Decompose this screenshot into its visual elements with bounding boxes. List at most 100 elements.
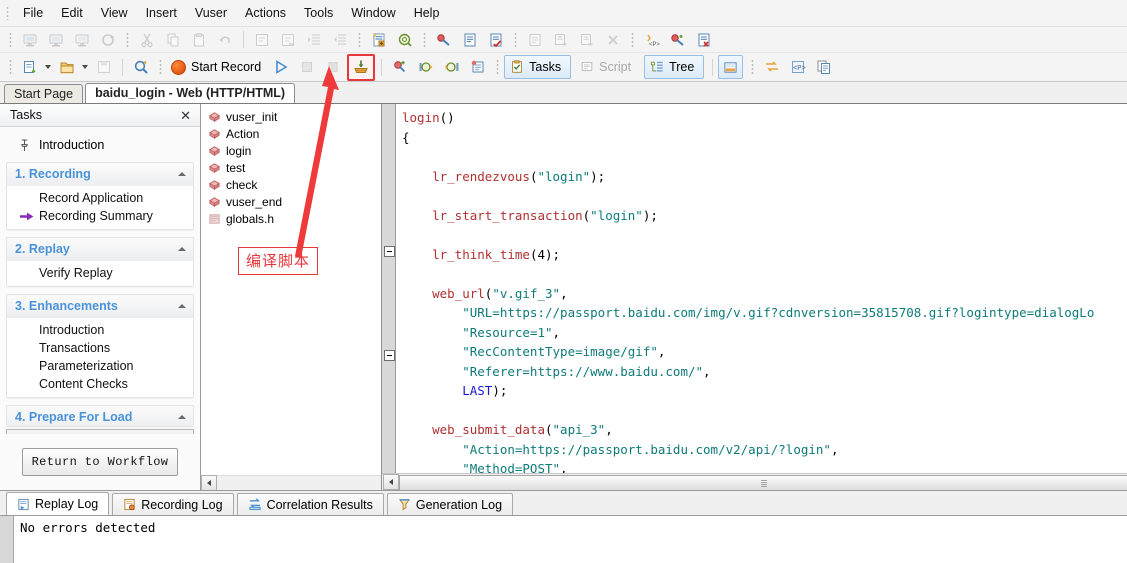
sidebar-item-recording-summary[interactable]: Recording Summary xyxy=(7,207,193,225)
convert-icon[interactable] xyxy=(760,56,784,79)
stop-icon[interactable] xyxy=(295,56,319,79)
sidebar-item-verify-replay[interactable]: Verify Replay xyxy=(7,264,193,282)
menu-file[interactable]: File xyxy=(14,3,52,23)
tab-script[interactable]: Script xyxy=(574,55,641,79)
scroll-left-icon[interactable] xyxy=(201,475,217,491)
delete-snapshot-icon[interactable] xyxy=(601,28,625,51)
indent-icon[interactable] xyxy=(302,28,326,51)
start-transaction-icon[interactable] xyxy=(414,56,438,79)
edit-param-icon[interactable] xyxy=(458,28,482,51)
refresh-icon[interactable] xyxy=(96,28,120,51)
log-tab-generation-log[interactable]: Generation Log xyxy=(386,493,514,515)
parameter-list-icon[interactable]: <P> xyxy=(640,28,664,51)
undo-icon[interactable] xyxy=(213,28,237,51)
save-vuser-icon[interactable] xyxy=(70,28,94,51)
add-transaction-icon[interactable] xyxy=(388,56,412,79)
cut-icon[interactable] xyxy=(135,28,159,51)
chevron-up-icon[interactable] xyxy=(178,415,186,419)
editor-scroll-track[interactable] xyxy=(399,475,1127,491)
sidebar-item-parameterization[interactable]: Parameterization xyxy=(7,357,193,375)
tree-node-vuser-init[interactable]: vuser_init xyxy=(206,108,381,125)
start-record-label: Start Record xyxy=(191,60,262,74)
tree-node-test[interactable]: test xyxy=(206,159,381,176)
script-editor-viewport: login() { lr_rendezvous("login"); lr_star… xyxy=(382,104,1127,473)
log-tab-replay-log[interactable]: Replay Log xyxy=(6,492,110,515)
chevron-up-icon[interactable] xyxy=(178,247,186,251)
fold-marker-web-submit-data[interactable] xyxy=(384,350,395,361)
sidebar-item-introduction[interactable]: Introduction xyxy=(7,321,193,339)
menu-window[interactable]: Window xyxy=(342,3,404,23)
open-script-icon[interactable] xyxy=(55,56,79,79)
tasks-group-enhancements-header[interactable]: 3. Enhancements xyxy=(7,295,193,318)
zoom-step-icon[interactable] xyxy=(393,28,417,51)
check-script-icon[interactable] xyxy=(484,28,508,51)
tab-tasks[interactable]: Tasks xyxy=(504,55,572,79)
tasks-group-recording-header[interactable]: 1. Recording xyxy=(7,163,193,186)
sidebar-item-transactions[interactable]: Transactions xyxy=(7,339,193,357)
sidebar-item-record-application[interactable]: Record Application xyxy=(7,189,193,207)
log-tab-correlation-results[interactable]: Correlation Results xyxy=(236,493,384,515)
snapshot-icon[interactable] xyxy=(523,28,547,51)
replace-icon[interactable] xyxy=(276,28,300,51)
menu-view[interactable]: View xyxy=(92,3,137,23)
menu-help[interactable]: Help xyxy=(405,3,449,23)
end-transaction-icon[interactable] xyxy=(440,56,464,79)
outdent-icon[interactable] xyxy=(328,28,352,51)
tree-node-vuser-end[interactable]: vuser_end xyxy=(206,193,381,210)
open-vuser-icon[interactable] xyxy=(44,28,68,51)
find-icon[interactable] xyxy=(250,28,274,51)
replay-icon[interactable] xyxy=(269,56,293,79)
new-snapshot-icon[interactable] xyxy=(575,28,599,51)
doc-tab-start-page[interactable]: Start Page xyxy=(4,84,84,103)
run-step-icon[interactable] xyxy=(432,28,456,51)
search-icon[interactable] xyxy=(129,56,153,79)
menu-vuser[interactable]: Vuser xyxy=(186,3,236,23)
chevron-up-icon[interactable] xyxy=(178,172,186,176)
copy-icon[interactable] xyxy=(161,28,185,51)
editor-scroll-thumb[interactable] xyxy=(399,475,1127,491)
script-code[interactable]: login() { lr_rendezvous("login"); lr_star… xyxy=(396,104,1127,473)
tasks-introduction-item[interactable]: Introduction xyxy=(6,131,194,162)
tree-node-globals-h[interactable]: globals.h xyxy=(206,210,381,227)
parameter-icon[interactable]: <P> xyxy=(786,56,810,79)
tab-tree[interactable]: Tree xyxy=(644,55,705,79)
snapshot-pane-button[interactable] xyxy=(718,55,744,79)
editor-horizontal-scrollbar[interactable] xyxy=(382,473,1127,491)
doc-tab-baidu-login[interactable]: baidu_login - Web (HTTP/HTML) xyxy=(85,83,296,103)
return-to-workflow-button[interactable]: Return to Workflow xyxy=(22,448,178,476)
fold-marker-web-url[interactable] xyxy=(384,246,395,257)
save-script-icon[interactable] xyxy=(92,56,116,79)
sidebar-item-content-checks[interactable]: Content Checks xyxy=(7,375,193,393)
tree-horizontal-scrollbar[interactable] xyxy=(201,475,381,491)
paste-icon[interactable] xyxy=(187,28,211,51)
tasks-scroll-down-button[interactable] xyxy=(6,429,194,434)
tree-node-check[interactable]: check xyxy=(206,176,381,193)
rendezvous-icon[interactable] xyxy=(466,56,490,79)
start-record-button[interactable]: Start Record xyxy=(167,58,268,77)
tasks-group-replay-header[interactable]: 2. Replay xyxy=(7,238,193,261)
menu-edit[interactable]: Edit xyxy=(52,3,92,23)
run-time-settings-icon[interactable] xyxy=(666,28,690,51)
close-icon[interactable]: ✕ xyxy=(177,108,194,123)
compile-script-button[interactable] xyxy=(347,53,376,81)
chevron-up-icon[interactable] xyxy=(178,304,186,308)
new-vuser-icon[interactable] xyxy=(18,28,42,51)
new-script-icon[interactable] xyxy=(18,56,42,79)
add-snapshot-icon[interactable] xyxy=(549,28,573,51)
new-step-icon[interactable] xyxy=(367,28,391,51)
toolbar-separator-7 xyxy=(496,59,500,75)
runtime-viewer-icon[interactable] xyxy=(692,28,716,51)
copy-step-icon[interactable] xyxy=(812,56,836,79)
scroll-left-icon[interactable] xyxy=(383,474,399,490)
open-script-dropdown-icon[interactable] xyxy=(80,57,89,78)
menu-actions[interactable]: Actions xyxy=(236,3,295,23)
log-tab-recording-log[interactable]: Recording Log xyxy=(112,493,234,515)
pause-icon[interactable] xyxy=(321,56,345,79)
tree-node-login[interactable]: login xyxy=(206,142,381,159)
menu-insert[interactable]: Insert xyxy=(137,3,186,23)
new-script-dropdown-icon[interactable] xyxy=(43,57,52,78)
tree-node-action[interactable]: Action xyxy=(206,125,381,142)
tasks-group-prepare-for-load-header[interactable]: 4. Prepare For Load xyxy=(7,406,193,426)
editor-fold-gutter[interactable] xyxy=(382,104,396,473)
menu-tools[interactable]: Tools xyxy=(295,3,342,23)
